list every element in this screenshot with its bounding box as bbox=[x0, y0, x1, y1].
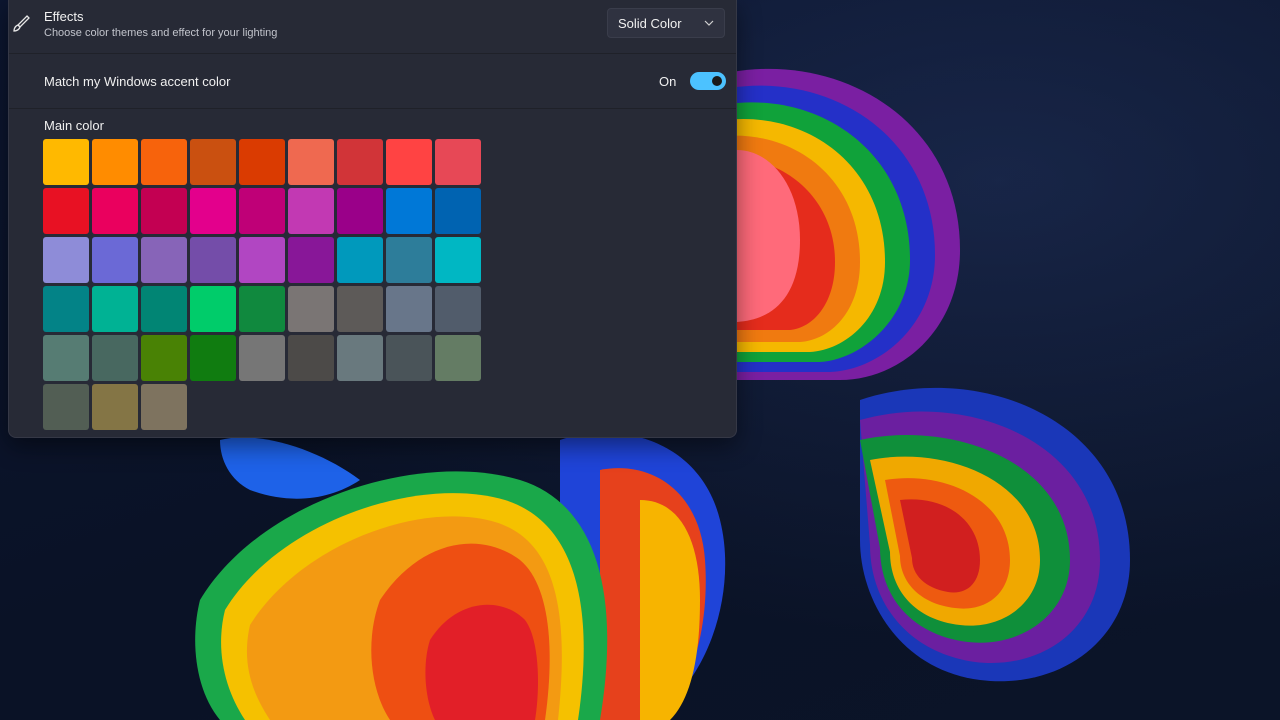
color-swatch[interactable] bbox=[190, 237, 236, 283]
color-swatch[interactable] bbox=[43, 384, 89, 430]
color-swatch[interactable] bbox=[386, 286, 432, 332]
color-swatch[interactable] bbox=[435, 335, 481, 381]
color-swatch[interactable] bbox=[190, 188, 236, 234]
color-swatch[interactable] bbox=[141, 335, 187, 381]
color-swatch[interactable] bbox=[141, 286, 187, 332]
desktop: Effects Choose color themes and effect f… bbox=[0, 0, 1280, 720]
color-swatch[interactable] bbox=[141, 139, 187, 185]
color-swatch[interactable] bbox=[288, 188, 334, 234]
color-swatch[interactable] bbox=[43, 188, 89, 234]
match-accent-toggle[interactable] bbox=[690, 72, 726, 90]
color-swatch[interactable] bbox=[337, 139, 383, 185]
color-swatch[interactable] bbox=[92, 237, 138, 283]
effects-title: Effects bbox=[44, 9, 84, 24]
color-swatch[interactable] bbox=[43, 335, 89, 381]
color-swatch[interactable] bbox=[288, 335, 334, 381]
color-swatch[interactable] bbox=[239, 335, 285, 381]
color-swatch[interactable] bbox=[190, 139, 236, 185]
color-swatch[interactable] bbox=[239, 188, 285, 234]
effects-row: Effects Choose color themes and effect f… bbox=[9, 0, 736, 54]
color-swatch[interactable] bbox=[43, 139, 89, 185]
color-swatch[interactable] bbox=[288, 286, 334, 332]
main-color-label: Main color bbox=[44, 118, 104, 133]
chevron-down-icon bbox=[704, 20, 714, 26]
color-swatch[interactable] bbox=[92, 384, 138, 430]
match-accent-row: Match my Windows accent color On bbox=[9, 54, 736, 109]
toggle-state-label: On bbox=[659, 74, 677, 89]
color-swatch[interactable] bbox=[239, 237, 285, 283]
color-swatch[interactable] bbox=[92, 139, 138, 185]
color-swatch[interactable] bbox=[92, 286, 138, 332]
color-swatch[interactable] bbox=[386, 237, 432, 283]
color-swatch[interactable] bbox=[288, 237, 334, 283]
lighting-settings-panel: Effects Choose color themes and effect f… bbox=[8, 0, 737, 438]
effects-dropdown[interactable]: Solid Color bbox=[607, 8, 725, 38]
color-swatch[interactable] bbox=[337, 286, 383, 332]
color-swatch[interactable] bbox=[435, 286, 481, 332]
color-swatch[interactable] bbox=[435, 188, 481, 234]
color-swatch[interactable] bbox=[43, 286, 89, 332]
color-swatch[interactable] bbox=[92, 188, 138, 234]
color-swatch[interactable] bbox=[141, 384, 187, 430]
color-swatch[interactable] bbox=[386, 188, 432, 234]
brush-icon bbox=[13, 15, 30, 32]
color-swatch[interactable] bbox=[435, 237, 481, 283]
effects-dropdown-value: Solid Color bbox=[618, 16, 682, 31]
color-swatch[interactable] bbox=[386, 139, 432, 185]
color-swatch[interactable] bbox=[190, 335, 236, 381]
color-swatch[interactable] bbox=[337, 237, 383, 283]
match-accent-label: Match my Windows accent color bbox=[44, 74, 231, 89]
color-swatch[interactable] bbox=[190, 286, 236, 332]
color-swatch[interactable] bbox=[239, 286, 285, 332]
color-swatch[interactable] bbox=[337, 335, 383, 381]
color-swatch[interactable] bbox=[435, 139, 481, 185]
color-swatch[interactable] bbox=[337, 188, 383, 234]
color-swatch[interactable] bbox=[288, 139, 334, 185]
effects-description: Choose color themes and effect for your … bbox=[44, 27, 278, 39]
color-swatch[interactable] bbox=[239, 139, 285, 185]
color-swatch[interactable] bbox=[43, 237, 89, 283]
color-swatch[interactable] bbox=[141, 188, 187, 234]
color-swatch[interactable] bbox=[386, 335, 432, 381]
color-swatch[interactable] bbox=[92, 335, 138, 381]
toggle-knob bbox=[712, 76, 722, 86]
main-color-swatch-grid bbox=[43, 139, 481, 430]
color-swatch[interactable] bbox=[141, 237, 187, 283]
